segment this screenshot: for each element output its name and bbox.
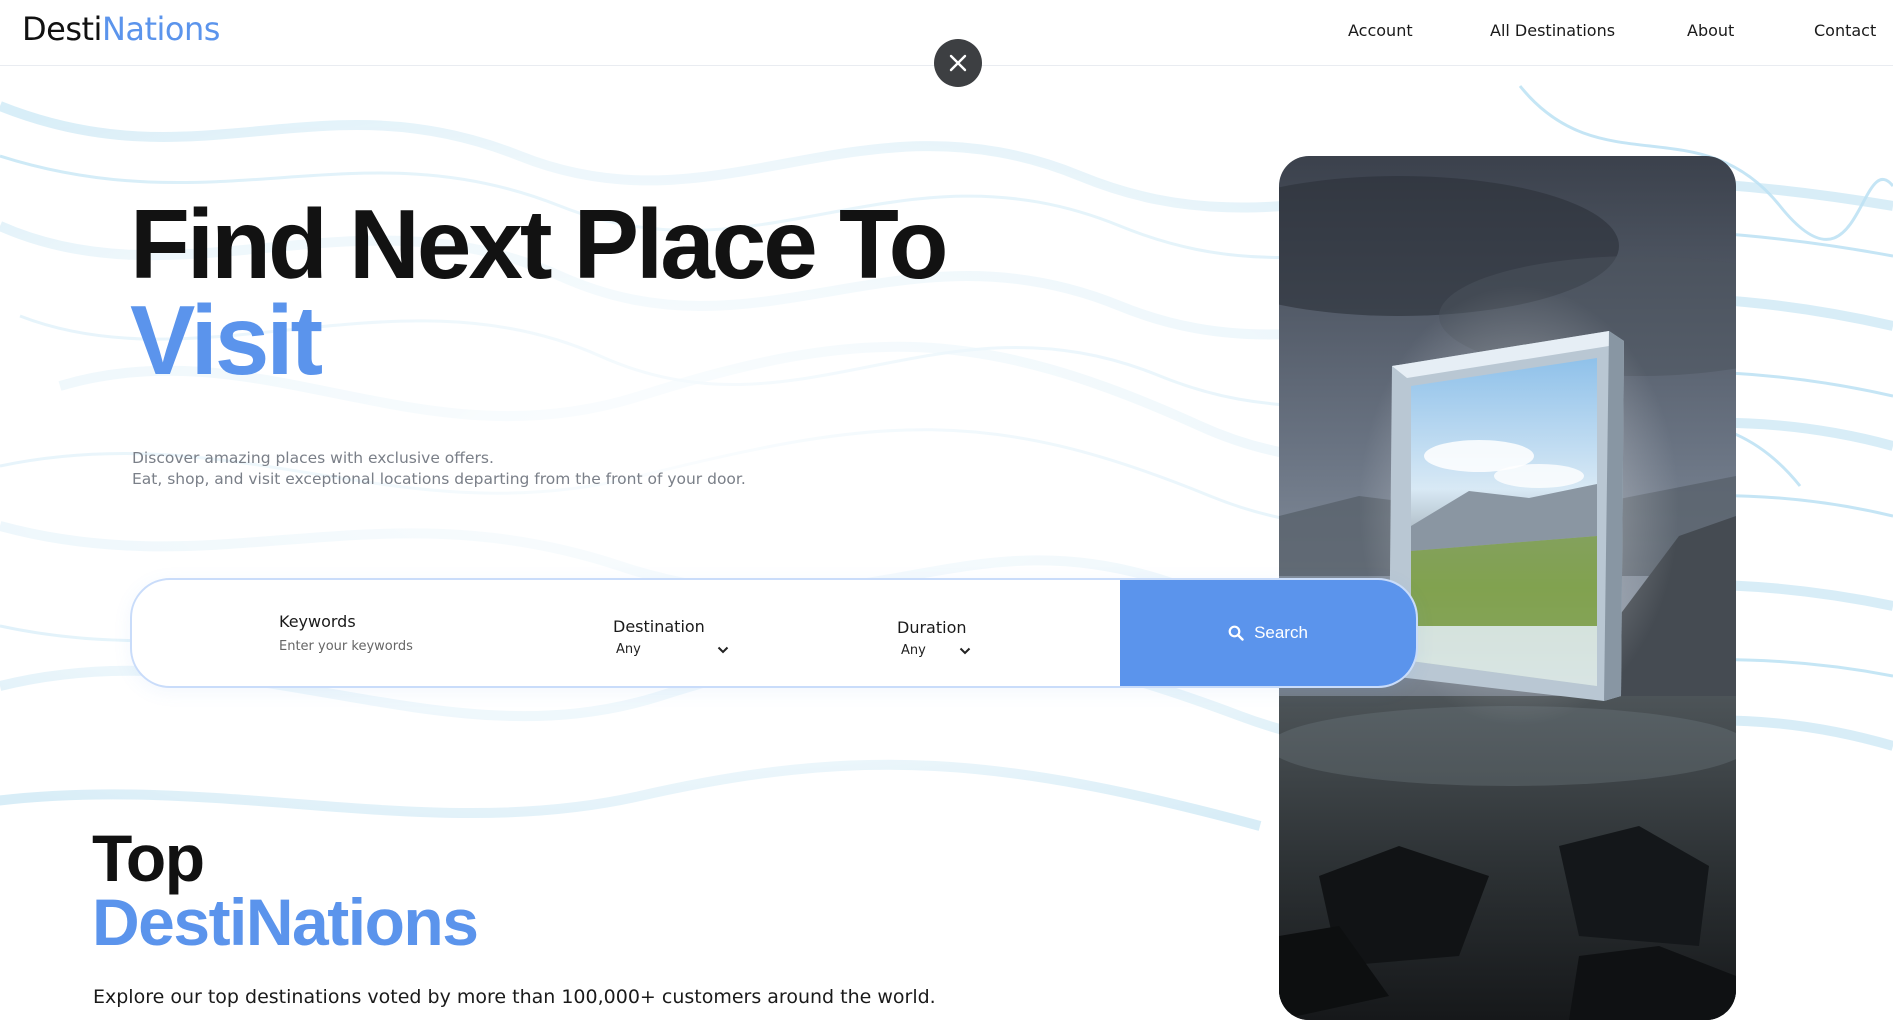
- duration-select-value: Any: [901, 643, 926, 658]
- destination-select[interactable]: Any: [613, 642, 729, 657]
- top-destinations-title: Top DestiNations: [92, 825, 479, 959]
- close-button[interactable]: [934, 39, 982, 87]
- search-bar: Keywords Destination Any Duration Any Se…: [130, 578, 1418, 688]
- destination-label: Destination: [613, 617, 705, 636]
- search-icon: [1228, 625, 1244, 641]
- hero-subtitle: Discover amazing places with exclusive o…: [132, 448, 746, 490]
- chevron-down-icon: [717, 646, 729, 653]
- hero-subtitle-line2: Eat, shop, and visit exceptional locatio…: [132, 470, 746, 488]
- site-logo[interactable]: DestiNations: [22, 10, 220, 48]
- nav-item-contact[interactable]: Contact: [1814, 21, 1876, 40]
- chevron-down-icon: [959, 647, 971, 654]
- logo-text-accent: Nations: [101, 10, 221, 48]
- top-destinations-title-line2: DestiNations: [92, 885, 479, 959]
- search-button-label: Search: [1254, 623, 1308, 642]
- hero-title-line2: Visit: [130, 285, 323, 395]
- duration-label: Duration: [897, 618, 967, 637]
- keywords-input[interactable]: [279, 639, 539, 654]
- nav-item-account[interactable]: Account: [1348, 21, 1413, 40]
- keywords-label: Keywords: [279, 612, 356, 631]
- duration-field: Duration Any: [897, 618, 971, 658]
- search-button[interactable]: Search: [1120, 580, 1416, 686]
- nav-item-all-destinations[interactable]: All Destinations: [1490, 21, 1615, 40]
- close-icon: [949, 54, 967, 72]
- hero-subtitle-line1: Discover amazing places with exclusive o…: [132, 449, 494, 467]
- destination-field: Destination Any: [613, 617, 729, 657]
- destination-select-value: Any: [616, 642, 641, 657]
- nav-item-about[interactable]: About: [1687, 21, 1734, 40]
- top-destinations-title-line1: Top: [92, 821, 205, 895]
- logo-text-primary: Desti: [22, 10, 102, 48]
- top-destinations-subtitle: Explore our top destinations voted by mo…: [93, 986, 936, 1008]
- hero-title: Find Next Place To Visit: [130, 195, 948, 395]
- hero-title-line1: Find Next Place To: [130, 189, 948, 299]
- duration-select[interactable]: Any: [897, 643, 971, 658]
- keywords-field: Keywords: [279, 612, 539, 654]
